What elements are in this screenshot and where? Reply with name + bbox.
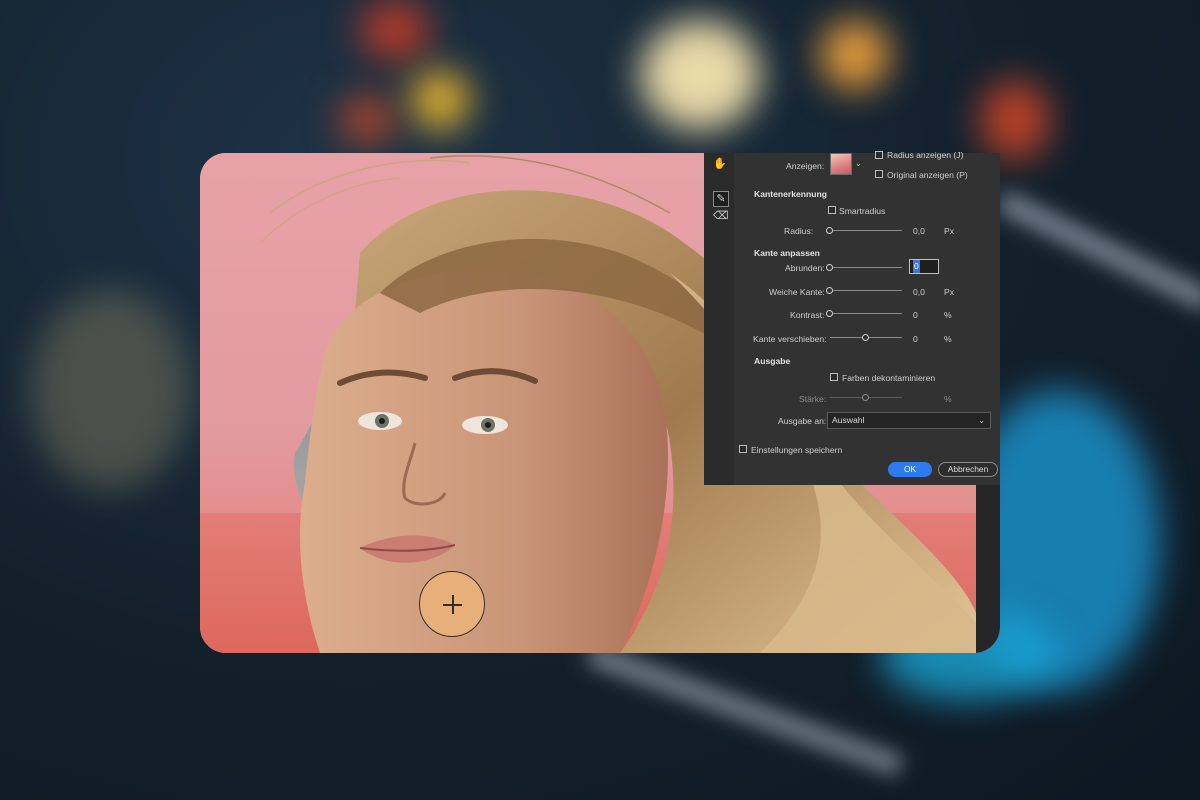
feather-slider-knob[interactable] bbox=[826, 287, 833, 294]
remember-settings-label: Einstellungen speichern bbox=[751, 445, 843, 455]
shift-edge-value[interactable]: 0 bbox=[913, 334, 918, 344]
shift-edge-slider-knob[interactable] bbox=[862, 334, 869, 341]
bokeh-light bbox=[410, 70, 470, 130]
tool-strip: ✋ ✎ ⌫ bbox=[704, 153, 734, 485]
output-to-select[interactable]: Auswahl ⌄ bbox=[827, 412, 991, 429]
cancel-button[interactable]: Abbrechen bbox=[938, 462, 998, 477]
view-mode-dropdown-chevron-icon[interactable]: ⌄ bbox=[855, 159, 862, 168]
ok-button[interactable]: OK bbox=[888, 462, 932, 477]
hand-icon[interactable]: ✋ bbox=[713, 157, 727, 171]
contrast-label: Kontrast: bbox=[790, 310, 825, 320]
contrast-slider-knob[interactable] bbox=[826, 310, 833, 317]
smooth-slider-knob[interactable] bbox=[826, 264, 833, 271]
view-mode-thumbnail[interactable] bbox=[830, 153, 852, 175]
show-original-checkbox[interactable] bbox=[875, 170, 883, 178]
radius-label: Radius: bbox=[784, 226, 814, 236]
feather-unit: Px bbox=[944, 287, 955, 297]
radius-value[interactable]: 0,0 bbox=[913, 226, 925, 236]
radius-slider-knob[interactable] bbox=[826, 227, 833, 234]
bokeh-stripe bbox=[996, 190, 1200, 312]
contrast-value[interactable]: 0 bbox=[913, 310, 918, 320]
feather-value[interactable]: 0,0 bbox=[913, 287, 925, 297]
contrast-unit: % bbox=[944, 310, 952, 320]
contrast-slider[interactable] bbox=[830, 313, 902, 314]
output-to-value: Auswahl bbox=[832, 415, 865, 425]
decontaminate-colors-label: Farben dekontaminieren bbox=[842, 373, 936, 383]
amount-slider-knob bbox=[862, 394, 869, 401]
output-heading: Ausgabe bbox=[754, 356, 791, 366]
view-label: Anzeigen: bbox=[786, 161, 825, 171]
amount-unit: % bbox=[944, 394, 952, 404]
output-to-label: Ausgabe an: bbox=[778, 416, 827, 426]
decontaminate-colors-checkbox[interactable] bbox=[830, 373, 838, 381]
amount-label: Stärke: bbox=[799, 394, 827, 404]
show-original-label: Original anzeigen (P) bbox=[887, 170, 968, 180]
chevron-down-icon: ⌄ bbox=[978, 416, 985, 425]
eraser-icon[interactable]: ⌫ bbox=[713, 209, 729, 223]
smart-radius-label: Smartradius bbox=[839, 206, 886, 216]
bokeh-light bbox=[30, 290, 190, 490]
show-radius-checkbox[interactable] bbox=[875, 151, 883, 159]
bokeh-light bbox=[360, 0, 430, 60]
brush-cursor-crosshair-icon bbox=[419, 571, 485, 637]
bokeh-light bbox=[340, 95, 395, 145]
adjust-edge-heading: Kante anpassen bbox=[754, 248, 820, 258]
bokeh-stripe bbox=[586, 644, 904, 776]
edge-detection-heading: Kantenerkennung bbox=[754, 189, 828, 199]
smooth-input-value: 0 bbox=[913, 260, 920, 273]
feather-label: Weiche Kante: bbox=[769, 287, 825, 297]
smooth-input[interactable]: 0 bbox=[909, 259, 939, 274]
feather-slider[interactable] bbox=[830, 290, 902, 291]
smart-radius-checkbox[interactable] bbox=[828, 206, 836, 214]
shift-edge-unit: % bbox=[944, 334, 952, 344]
bokeh-light bbox=[980, 80, 1050, 160]
refine-edge-panel: ✋ ✎ ⌫ Anzeigen: ⌄ Radius anzeigen (J) Or… bbox=[704, 150, 1000, 485]
bokeh-light bbox=[820, 20, 890, 90]
remember-settings-checkbox[interactable] bbox=[739, 445, 747, 453]
radius-unit: Px bbox=[944, 226, 955, 236]
refine-edge-brush-icon[interactable]: ✎ bbox=[713, 191, 729, 207]
bokeh-light bbox=[640, 20, 760, 130]
smooth-label: Abrunden: bbox=[785, 263, 825, 273]
smooth-slider[interactable] bbox=[830, 267, 902, 268]
radius-slider[interactable] bbox=[830, 230, 902, 231]
show-radius-label: Radius anzeigen (J) bbox=[887, 150, 964, 160]
shift-edge-label: Kante verschieben: bbox=[753, 334, 827, 344]
